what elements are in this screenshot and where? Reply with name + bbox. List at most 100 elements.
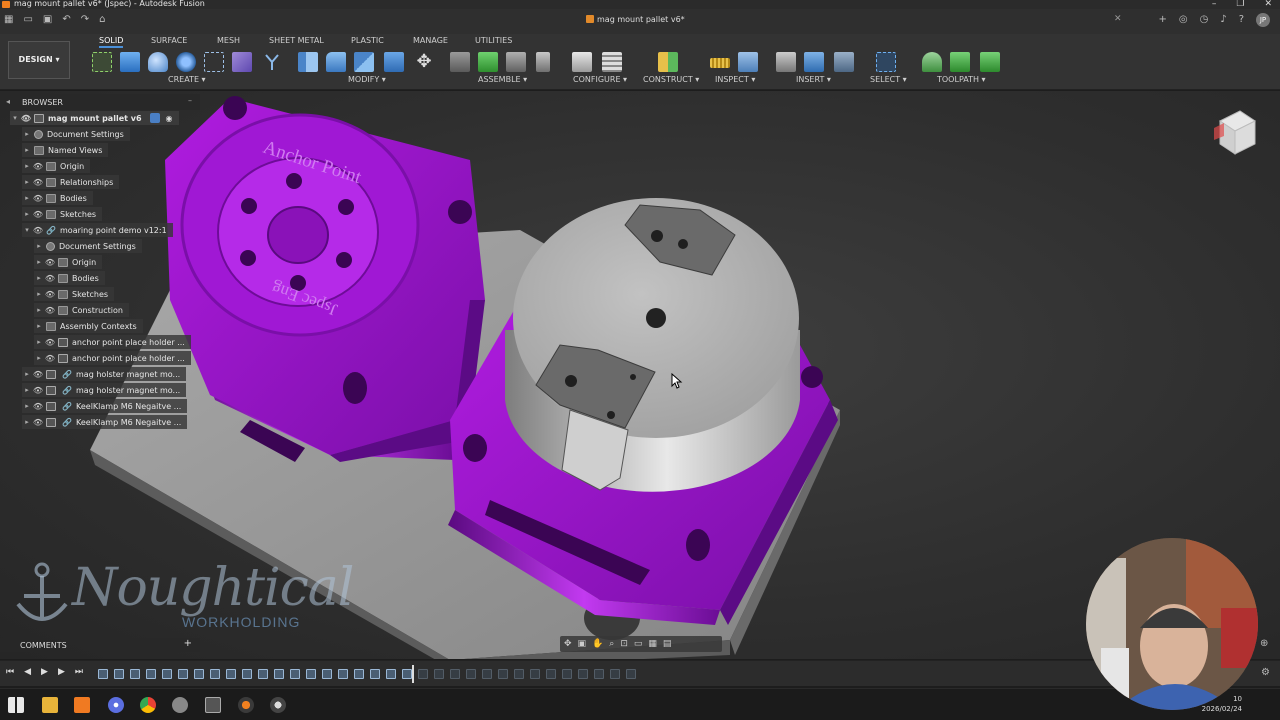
tree-item-sub-origin[interactable]: ▸ 👁 Origin <box>34 255 103 269</box>
measure-icon[interactable] <box>710 58 730 68</box>
tree-item-assembly-contexts[interactable]: ▸ Assembly Contexts <box>34 319 143 333</box>
visibility-eye-icon[interactable]: 👁 <box>32 386 44 395</box>
add-comment-button[interactable]: + <box>184 638 192 649</box>
timeline-feature[interactable] <box>402 669 412 679</box>
timeline-feature[interactable] <box>178 669 188 679</box>
visibility-eye-icon[interactable]: 👁 <box>44 354 56 363</box>
timeline-feature[interactable] <box>146 669 156 679</box>
toolpath-setup-icon[interactable] <box>950 52 970 72</box>
timeline-marker[interactable] <box>412 665 414 683</box>
timeline-feature[interactable] <box>370 669 380 679</box>
group-configure[interactable]: CONFIGURE ▾ <box>573 75 627 84</box>
browser-header[interactable]: ◂ BROWSER – <box>0 94 200 110</box>
tab-manage[interactable]: MANAGE <box>413 36 448 45</box>
expand-arrow-icon[interactable]: ▸ <box>22 130 32 138</box>
visibility-eye-icon[interactable]: 👁 <box>44 258 56 267</box>
expand-arrow-icon[interactable]: ▸ <box>22 194 32 202</box>
timeline-feature[interactable] <box>322 669 332 679</box>
expand-arrow-icon[interactable]: ▸ <box>34 306 44 314</box>
visibility-eye-icon[interactable]: 👁 <box>32 402 44 411</box>
discord-icon[interactable] <box>108 697 124 713</box>
revolve-icon[interactable] <box>148 52 168 72</box>
fusion-taskbar-icon[interactable] <box>74 697 90 713</box>
timeline-forward-icon[interactable]: ▶ <box>58 667 65 677</box>
timeline-feature[interactable] <box>130 669 140 679</box>
visibility-eye-icon[interactable]: 👁 <box>32 178 44 187</box>
app-icon[interactable] <box>172 697 188 713</box>
interference-icon[interactable] <box>738 52 758 72</box>
tree-item-keelklamp-1[interactable]: ▸ 👁 🔗 KeelKlamp M6 Negaitve ... <box>22 399 188 413</box>
expand-arrow-icon[interactable]: ▸ <box>22 402 32 410</box>
configure-table-icon[interactable] <box>572 52 592 72</box>
timeline-feature[interactable] <box>594 669 604 679</box>
chrome-icon[interactable] <box>140 697 156 713</box>
extrude-icon[interactable] <box>120 52 140 72</box>
timeline-feature[interactable] <box>466 669 476 679</box>
timeline-feature[interactable] <box>162 669 172 679</box>
expand-arrow-icon[interactable]: ▸ <box>22 162 32 170</box>
tab-utilities[interactable]: UTILITIES <box>475 36 512 45</box>
configure-rules-icon[interactable] <box>602 52 622 72</box>
tree-item-sub-document-settings[interactable]: ▸ Document Settings <box>34 239 142 253</box>
home-icon[interactable]: ⌂ <box>99 14 105 25</box>
view-cube[interactable] <box>1210 106 1260 156</box>
timeline-feature[interactable] <box>98 669 108 679</box>
tree-item-document-settings[interactable]: ▸ Document Settings <box>22 127 130 141</box>
group-toolpath[interactable]: TOOLPATH ▾ <box>937 75 986 84</box>
notifications-icon[interactable]: ♪ <box>1220 14 1226 27</box>
expand-arrow-icon[interactable]: ▸ <box>34 242 44 250</box>
apps-grid-icon[interactable]: ▦ <box>4 14 13 25</box>
close-tab-icon[interactable]: ✕ <box>1114 14 1122 24</box>
fillet-icon[interactable] <box>326 52 346 72</box>
toolpath-generate-icon[interactable] <box>980 52 1000 72</box>
visibility-eye-icon[interactable]: 👁 <box>44 306 56 315</box>
expand-arrow-icon[interactable]: ▸ <box>22 418 32 426</box>
tree-root[interactable]: ▾ 👁 mag mount pallet v6 ◉ <box>10 111 179 125</box>
visibility-eye-icon[interactable]: 👁 <box>32 418 44 427</box>
expand-arrow-icon[interactable]: ▸ <box>22 210 32 218</box>
minimize-button[interactable]: – <box>1212 0 1217 9</box>
timeline-feature[interactable] <box>290 669 300 679</box>
as-built-joint-icon[interactable] <box>506 52 526 72</box>
timeline-feature[interactable] <box>562 669 572 679</box>
tree-item-keelklamp-2[interactable]: ▸ 👁 🔗 KeelKlamp M6 Negaitve ... <box>22 415 188 429</box>
expand-arrow-icon[interactable]: ▸ <box>34 322 44 330</box>
visibility-eye-icon[interactable]: 👁 <box>32 194 44 203</box>
timeline-feature[interactable] <box>626 669 636 679</box>
tree-item-moaring-point-demo[interactable]: ▾ 👁 🔗 moaring point demo v12:1 <box>22 223 173 237</box>
insert-decal-icon[interactable] <box>804 52 824 72</box>
tree-item-sub-construction[interactable]: ▸ 👁 Construction <box>34 303 129 317</box>
tab-plastic[interactable]: PLASTIC <box>351 36 384 45</box>
timeline-feature[interactable] <box>210 669 220 679</box>
save-icon[interactable]: ▣ <box>43 14 52 25</box>
press-pull-icon[interactable] <box>298 52 318 72</box>
recorder-icon[interactable] <box>270 697 286 713</box>
tree-item-anchor-placeholder-1[interactable]: ▸ 👁 anchor point place holder ... <box>34 335 191 349</box>
timeline-feature[interactable] <box>530 669 540 679</box>
rectangular-pattern-icon[interactable] <box>204 52 224 72</box>
comments-panel[interactable]: COMMENTS + <box>0 638 200 652</box>
timeline-start-icon[interactable]: ⏮ <box>6 667 14 677</box>
close-button[interactable]: ✕ <box>1264 0 1272 9</box>
tab-surface[interactable]: SURFACE <box>151 36 187 45</box>
shell-icon[interactable] <box>384 52 404 72</box>
insert-derive-icon[interactable] <box>776 52 796 72</box>
visibility-eye-icon[interactable]: 👁 <box>44 290 56 299</box>
joint-origin-icon[interactable] <box>536 52 550 72</box>
undo-icon[interactable]: ↶ <box>62 14 70 25</box>
magnifier-icon[interactable]: ⊕ <box>1260 638 1268 649</box>
group-inspect[interactable]: INSPECT ▾ <box>715 75 755 84</box>
timeline-feature[interactable] <box>546 669 556 679</box>
file-explorer-icon[interactable] <box>42 697 58 713</box>
timeline-feature[interactable] <box>242 669 252 679</box>
timeline-feature[interactable] <box>482 669 492 679</box>
timeline-feature[interactable] <box>578 669 588 679</box>
visibility-eye-icon[interactable]: 👁 <box>32 370 44 379</box>
windows-start-icon[interactable] <box>8 697 24 713</box>
zoom-icon[interactable]: ⌕ <box>609 639 614 649</box>
insert-svg-icon[interactable] <box>834 52 854 72</box>
chamfer-icon[interactable] <box>354 52 374 72</box>
expand-arrow-icon[interactable]: ▸ <box>22 386 32 394</box>
timeline-feature[interactable] <box>226 669 236 679</box>
expand-arrow-icon[interactable]: ▸ <box>34 290 44 298</box>
